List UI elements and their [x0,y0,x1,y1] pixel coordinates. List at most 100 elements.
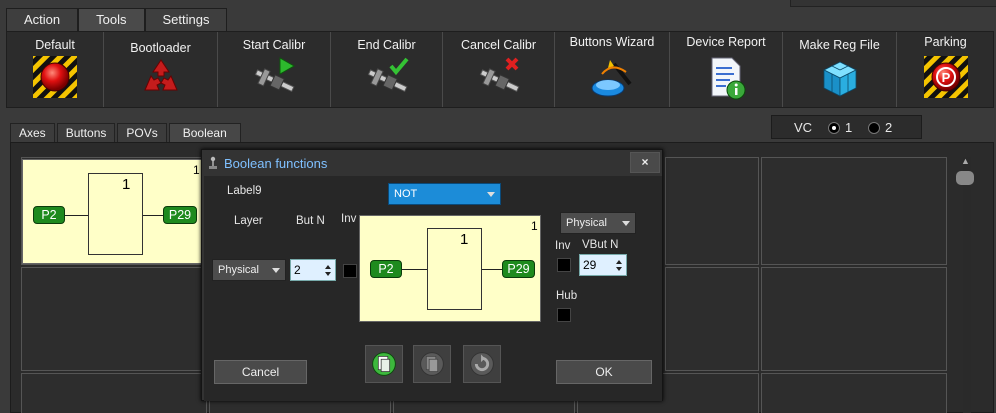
input-pin: P2 [33,206,65,224]
svg-text:P: P [941,70,950,85]
grid-cell[interactable] [665,267,759,371]
function-select-value: NOT [394,188,418,200]
stepper-down-icon[interactable] [325,272,331,276]
preview-input-wire [402,269,427,270]
dialog-title: Boolean functions [224,156,328,171]
grid-cell[interactable] [665,157,759,265]
grid-cell[interactable] [761,267,947,371]
hub-label: Hub [556,290,578,302]
output-wire [143,215,163,216]
cancel-calibr-button[interactable]: Cancel Calibr [443,32,555,107]
make-reg-file-label: Make Reg File [799,38,880,52]
buttons-wizard-label: Buttons Wizard [569,35,655,49]
device-report-label: Device Report [686,35,766,49]
vbutn-label: VBut N [582,239,619,251]
buttons-wizard-button[interactable]: Buttons Wizard [555,32,670,107]
input-wire [65,215,88,216]
recycle-icon [143,59,178,91]
caliper-cancel-icon [479,57,519,93]
parking-icon: P [923,56,968,98]
butn-stepper[interactable]: 2 [290,259,336,281]
scrollbar-track[interactable] [963,157,971,413]
grid-cell[interactable] [21,267,207,371]
tools-toolbar: Default Bootloader Start Calibr End Cali… [6,31,994,108]
butn-value: 2 [294,263,301,277]
preview-input-pin: P2 [370,260,402,278]
sub-tabs: Axes Buttons POVs Boolean [10,123,243,142]
hub-checkbox[interactable] [557,308,571,322]
grid-cell[interactable] [761,373,947,413]
logic-gate: 1 [88,173,143,255]
vbutn-stepper[interactable]: 29 [579,254,627,276]
chevron-down-icon [272,268,280,273]
output-pin: P29 [163,206,197,224]
caliper-check-icon [367,57,409,93]
vc-radio-2-label: 2 [885,120,893,135]
make-reg-file-button[interactable]: Make Reg File [783,32,897,107]
preview-output-wire [482,269,502,270]
out-layer-select-value: Physical [566,217,607,229]
label9: Label9 [227,185,262,197]
vc-label: VC [794,120,813,135]
layer-select[interactable]: Physical [212,259,286,281]
preview-gate: 1 [427,228,482,310]
registry-cube-icon [822,61,857,97]
function-select[interactable]: NOT [388,183,501,205]
layer-label: Layer [234,215,263,227]
stepper-down-icon[interactable] [616,267,622,271]
vc-selector: VC 1 2 [771,115,922,139]
main-tabs: Action Tools Settings [6,8,228,32]
parking-button[interactable]: Parking P [897,32,994,107]
parking-label: Parking [924,35,967,49]
boolean-block[interactable]: 1 1 P2 P29 [22,159,203,264]
caliper-play-icon [254,57,296,93]
tab-boolean[interactable]: Boolean [168,123,241,142]
dialog-body: Label9 NOT Layer But N Inv Physical 2 1 … [204,176,662,401]
chevron-down-icon [622,221,630,226]
undo-icon [470,352,494,376]
paste-active-button[interactable] [365,345,403,383]
report-info-icon [711,57,746,100]
boolean-functions-dialog: Boolean functions × Label9 NOT Layer But… [201,149,663,401]
stepper-up-icon[interactable] [616,260,622,264]
default-label: Default [35,38,75,52]
top-right-panel [790,0,996,7]
tab-settings[interactable]: Settings [144,8,228,32]
bootloader-button[interactable]: Bootloader [104,32,218,107]
layer-select-value: Physical [218,264,259,276]
grid-cell[interactable] [761,157,947,265]
inv-checkbox[interactable] [343,264,357,278]
block-index: 1 [193,163,200,177]
grid-cell[interactable] [21,373,207,413]
out-inv-checkbox[interactable] [557,258,571,272]
start-calibr-button[interactable]: Start Calibr [218,32,331,107]
undo-button[interactable] [463,345,501,383]
scroll-up-icon[interactable]: ▲ [961,156,970,166]
cancel-calibr-label: Cancel Calibr [460,38,537,52]
vc-radio-1-label: 1 [845,120,853,135]
tab-buttons[interactable]: Buttons [56,123,116,142]
paste-disabled-button[interactable] [413,345,451,383]
out-layer-select[interactable]: Physical [560,212,636,234]
tab-axes[interactable]: Axes [10,123,55,142]
tab-tools[interactable]: Tools [78,8,145,32]
wizard-icon [591,60,632,97]
vc-radio-1[interactable] [828,122,840,134]
inv-label: Inv [341,213,357,225]
cancel-button[interactable]: Cancel [214,360,307,384]
stepper-up-icon[interactable] [325,265,331,269]
red-button-icon [33,56,77,98]
ok-button[interactable]: OK [556,360,652,384]
vc-radio-2[interactable] [868,122,880,134]
preview-output-pin: P29 [502,260,535,278]
scrollbar-thumb[interactable] [956,171,974,185]
vbutn-value: 29 [583,258,597,272]
end-calibr-label: End Calibr [357,38,416,52]
device-report-button[interactable]: Device Report [670,32,783,107]
close-icon[interactable]: × [630,152,660,173]
end-calibr-button[interactable]: End Calibr [331,32,443,107]
default-button[interactable]: Default [7,32,104,107]
tab-action[interactable]: Action [6,8,79,32]
gate-value: 1 [122,176,131,193]
tab-povs[interactable]: POVs [117,123,167,142]
